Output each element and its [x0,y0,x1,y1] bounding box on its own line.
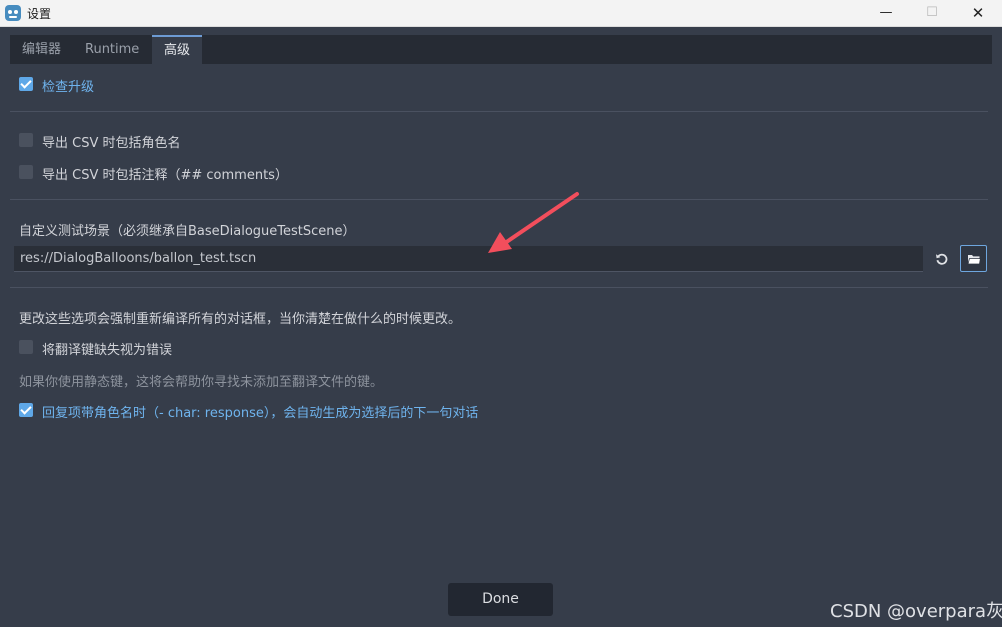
auto-character-response-label: 回复项带角色名时（- char: response），会自动生成为选择后的下一句… [42,406,479,421]
maximize-button[interactable]: ☐ [909,0,955,26]
godot-app-icon [5,5,21,21]
custom-test-scene-input[interactable]: res://DialogBalloons/ballon_test.tscn [14,246,923,272]
export-csv-character-checkbox[interactable] [19,133,33,147]
watermark: CSDN @overpara灰 [830,601,1002,622]
check-updates-label: 检查升级 [42,80,95,95]
divider [10,199,988,200]
export-csv-comments-label: 导出 CSV 时包括注释（## comments） [42,168,288,183]
folder-browse-button[interactable] [960,245,987,272]
recompile-warning: 更改这些选项会强制重新编译所有的对话框，当你清楚在做什么的时候更改。 [19,312,462,327]
done-button[interactable]: Done [448,583,553,616]
window-title: 设置 [27,7,52,21]
missing-keys-label: 将翻译键缺失视为错误 [42,343,173,358]
window-titlebar: 设置 — ☐ ✕ [0,0,1002,27]
export-csv-character-label: 导出 CSV 时包括角色名 [42,136,181,151]
tab-editor[interactable]: 编辑器 [10,35,73,64]
missing-keys-checkbox[interactable] [19,340,33,354]
static-keys-hint: 如果你使用静态键，这将会帮助你寻找未添加至翻译文件的键。 [19,375,384,390]
tab-advanced[interactable]: 高级 [152,35,203,64]
divider [10,111,988,112]
auto-character-response-checkbox[interactable] [19,403,33,417]
check-updates-checkbox[interactable] [19,77,33,91]
minimize-button[interactable]: — [863,0,909,26]
tab-runtime[interactable]: Runtime [73,35,151,64]
close-button[interactable]: ✕ [955,0,1001,26]
reset-icon[interactable] [932,249,952,269]
custom-test-scene-label: 自定义测试场景（必须继承自BaseDialogueTestScene） [19,224,356,239]
tab-bar: 编辑器 Runtime 高级 [10,35,992,64]
folder-icon [967,255,981,265]
divider [10,287,988,288]
export-csv-comments-checkbox[interactable] [19,165,33,179]
